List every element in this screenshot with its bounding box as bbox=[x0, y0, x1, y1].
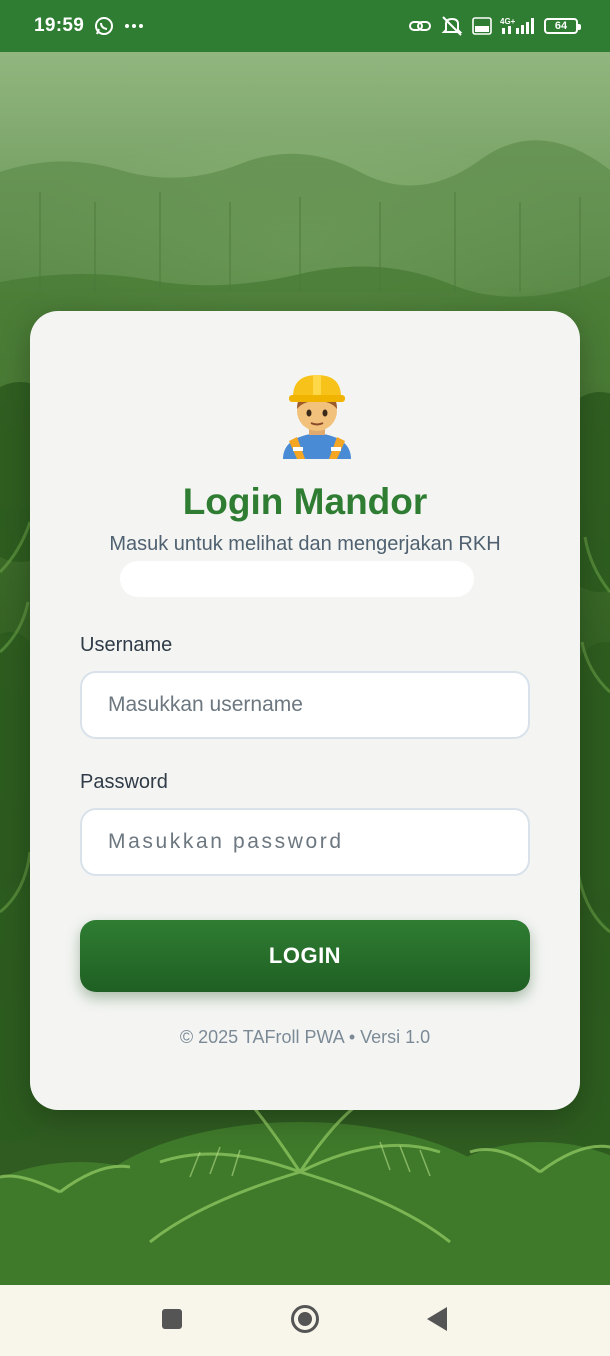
password-label: Password bbox=[80, 771, 168, 793]
home-button[interactable] bbox=[289, 1304, 321, 1339]
back-button[interactable] bbox=[421, 1305, 453, 1337]
svg-text:4G+: 4G+ bbox=[500, 17, 516, 26]
whatsapp-icon bbox=[94, 16, 114, 36]
more-dots-icon bbox=[124, 23, 144, 29]
login-card: Login Mandor Masuk untuk melihat dan men… bbox=[30, 311, 580, 1110]
link-icon bbox=[408, 17, 432, 35]
footer-copyright: © 2025 TAFroll PWA • Versi 1.0 bbox=[179, 1027, 431, 1047]
password-input[interactable] bbox=[80, 808, 530, 876]
redacted-area bbox=[120, 561, 474, 597]
username-input[interactable] bbox=[80, 671, 530, 739]
battery-indicator: 64 bbox=[544, 18, 581, 34]
status-time: 19:59 bbox=[34, 15, 85, 36]
recents-button[interactable] bbox=[156, 1305, 188, 1337]
circle-icon bbox=[290, 1304, 320, 1339]
triangle-back-icon bbox=[425, 1306, 449, 1337]
status-bar: 19:59 4G+ 64 bbox=[0, 0, 610, 52]
page-title: Login Mandor bbox=[182, 481, 428, 522]
construction-worker-icon bbox=[275, 371, 359, 461]
login-button[interactable]: LOGIN bbox=[80, 920, 530, 992]
system-navigation-bar bbox=[0, 1285, 610, 1356]
username-label: Username bbox=[80, 634, 173, 656]
volte-icon bbox=[472, 17, 492, 35]
signal-icon: 4G+ bbox=[500, 16, 536, 36]
square-icon bbox=[161, 1308, 183, 1335]
mute-bell-icon bbox=[440, 15, 464, 37]
page-subtitle: Masuk untuk melihat dan mengerjakan RKH bbox=[109, 533, 501, 555]
